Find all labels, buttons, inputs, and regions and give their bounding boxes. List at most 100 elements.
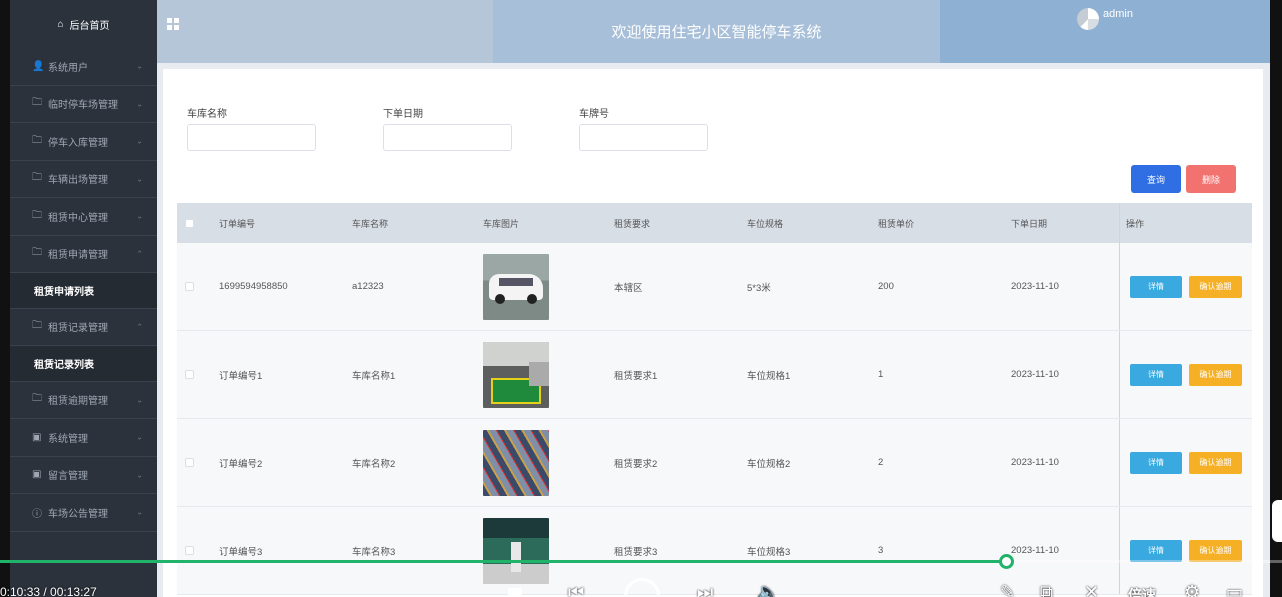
user-area[interactable]: admin bbox=[940, 0, 1270, 63]
video-letterbox-left bbox=[0, 0, 10, 597]
header-spec: 车位规格 bbox=[747, 218, 784, 229]
cell-price: 3 bbox=[878, 545, 884, 556]
chevron-up-icon: ⌃ bbox=[136, 249, 143, 259]
sidebar-item[interactable]: ▣ 系统管理 ⌄ bbox=[10, 419, 157, 457]
chevron-down-icon: ⌄ bbox=[136, 432, 143, 442]
settings-icon[interactable]: ⚙ bbox=[1184, 582, 1200, 597]
folder-icon: 🗀 bbox=[32, 134, 42, 146]
image-icon: ▣ bbox=[32, 431, 42, 443]
sidebar-menu: 👤 系统用户 ⌄ 🗀 临时停车场管理 ⌄ 🗀 停车入库管理 ⌄ 🗀 车辆出场管理 ⌄ 🗀 租赁中心管理 ⌄ 🗀… bbox=[10, 48, 157, 532]
detail-button[interactable]: 详情 bbox=[1130, 451, 1182, 474]
sidebar-item-label: 车辆出场管理 bbox=[48, 175, 108, 187]
folder-icon: 🗀 bbox=[32, 393, 42, 405]
cell-requirement: 租赁要求2 bbox=[614, 458, 658, 470]
chevron-down-icon: ⌄ bbox=[136, 507, 143, 517]
sidebar-item[interactable]: 🗀 租赁逾期管理 ⌄ bbox=[10, 382, 157, 419]
orders-table: 订单编号 车库名称 车库图片 租赁要求 车位规格 租赁单价 下单日期 操作 16… bbox=[177, 203, 1252, 595]
system-title: 欢迎使用住宅小区智能停车系统 bbox=[493, 0, 940, 63]
sidebar-item[interactable]: 👤 系统用户 ⌄ bbox=[10, 48, 157, 86]
garage-name-input[interactable] bbox=[187, 124, 316, 151]
side-tab-handle[interactable] bbox=[1272, 500, 1282, 542]
detail-button[interactable]: 详情 bbox=[1130, 275, 1182, 298]
chevron-down-icon: ⌄ bbox=[136, 470, 143, 480]
confirm-overdue-button[interactable]: 确认逾期 bbox=[1189, 363, 1242, 386]
cell-garage: 车库名称2 bbox=[352, 458, 396, 470]
sidebar-item[interactable]: 🗀 停车入库管理 ⌄ bbox=[10, 123, 157, 161]
confirm-overdue-button[interactable]: 确认逾期 bbox=[1189, 539, 1242, 562]
sidebar-item-label: 留言管理 bbox=[48, 471, 88, 483]
cell-date: 2023-11-10 bbox=[1011, 545, 1059, 556]
previous-icon[interactable]: ⏮ bbox=[568, 582, 584, 597]
volume-slider-knob[interactable] bbox=[508, 588, 522, 597]
row-checkbox[interactable] bbox=[185, 370, 194, 379]
home-icon: ⌂ bbox=[57, 18, 64, 30]
cell-garage: 车库名称1 bbox=[352, 370, 396, 382]
row-checkbox[interactable] bbox=[185, 458, 194, 467]
crop-icon[interactable]: ⧉ bbox=[1040, 582, 1053, 597]
column-divider bbox=[1119, 203, 1120, 243]
order-date-input[interactable] bbox=[383, 124, 512, 151]
select-all-checkbox[interactable] bbox=[185, 218, 194, 228]
chevron-down-icon: ⌄ bbox=[136, 395, 143, 405]
playback-speed-button[interactable]: 倍速 bbox=[1128, 585, 1156, 597]
info-icon: ⓘ bbox=[32, 508, 42, 520]
cell-date: 2023-11-10 bbox=[1011, 369, 1059, 380]
cell-date: 2023-11-10 bbox=[1011, 281, 1059, 292]
sidebar-home-label: 后台首页 bbox=[69, 20, 110, 32]
sidebar-subitem[interactable]: 租赁申请列表 bbox=[10, 273, 157, 309]
cell-spec: 车位规格3 bbox=[747, 546, 791, 558]
query-button[interactable]: 查询 bbox=[1131, 165, 1181, 193]
confirm-overdue-button[interactable]: 确认逾期 bbox=[1189, 275, 1242, 298]
sidebar-item[interactable]: 🗀 租赁中心管理 ⌄ bbox=[10, 198, 157, 236]
header-order-no: 订单编号 bbox=[219, 218, 256, 229]
confirm-overdue-button[interactable]: 确认逾期 bbox=[1189, 451, 1242, 474]
folder-icon: 🗀 bbox=[32, 247, 42, 259]
cell-price: 200 bbox=[878, 281, 894, 292]
next-icon[interactable]: ⏭ bbox=[697, 582, 713, 597]
order-date-label: 下单日期 bbox=[383, 109, 423, 120]
main-content: 车库名称 下单日期 车牌号 查询 删除 订单编号 车库名称 车库图片 租赁要求 … bbox=[157, 63, 1270, 597]
chevron-down-icon: ⌄ bbox=[136, 61, 143, 71]
sidebar-item[interactable]: ⓘ 车场公告管理 ⌄ bbox=[10, 494, 157, 532]
cell-spec: 车位规格1 bbox=[747, 370, 791, 382]
row-checkbox[interactable] bbox=[185, 282, 194, 291]
video-progress-bar[interactable] bbox=[0, 554, 1282, 569]
folder-icon: 🗀 bbox=[32, 172, 42, 184]
garage-name-label: 车库名称 bbox=[187, 109, 227, 120]
garage-image bbox=[483, 253, 549, 320]
cell-order-no: 订单编号2 bbox=[219, 458, 263, 470]
cell-order-no: 订单编号3 bbox=[219, 546, 263, 558]
cell-price: 2 bbox=[878, 457, 884, 468]
close-icon[interactable]: ✕ bbox=[1084, 582, 1099, 597]
user-icon: 👤 bbox=[32, 60, 45, 72]
detail-button[interactable]: 详情 bbox=[1130, 539, 1182, 562]
volume-icon[interactable]: 🔈 bbox=[757, 582, 779, 597]
sidebar-item-label: 租赁中心管理 bbox=[48, 212, 108, 224]
header-image: 车库图片 bbox=[483, 218, 520, 229]
cell-requirement: 本辖区 bbox=[614, 282, 643, 294]
plate-input[interactable] bbox=[579, 124, 708, 151]
sidebar-item[interactable]: 🗀 车辆出场管理 ⌄ bbox=[10, 161, 157, 198]
delete-button[interactable]: 删除 bbox=[1186, 165, 1236, 193]
avatar-icon bbox=[1077, 8, 1100, 30]
chevron-down-icon: ⌄ bbox=[136, 211, 143, 221]
cell-requirement: 租赁要求3 bbox=[614, 546, 658, 558]
sidebar-subitem[interactable]: 租赁记录列表 bbox=[10, 346, 157, 382]
fullscreen-icon[interactable]: ▭ bbox=[1226, 582, 1243, 597]
sidebar-item[interactable]: 🗀 租赁记录管理 ⌃ bbox=[10, 309, 157, 346]
chevron-down-icon: ⌄ bbox=[136, 174, 143, 184]
sidebar-item[interactable]: 🗀 临时停车场管理 ⌄ bbox=[10, 86, 157, 123]
detail-button[interactable]: 详情 bbox=[1130, 363, 1182, 386]
row-checkbox[interactable] bbox=[185, 546, 194, 555]
chevron-down-icon: ⌄ bbox=[136, 99, 143, 109]
table-header: 订单编号 车库名称 车库图片 租赁要求 车位规格 租赁单价 下单日期 操作 bbox=[177, 203, 1252, 243]
menu-grid-icon[interactable] bbox=[167, 18, 179, 30]
garage-image bbox=[483, 517, 549, 584]
sidebar-home[interactable]: ⌂ 后台首页 bbox=[10, 0, 157, 48]
folder-icon: 🗀 bbox=[32, 97, 42, 109]
sidebar-item[interactable]: 🗀 租赁申请管理 ⌃ bbox=[10, 236, 157, 273]
sidebar-item[interactable]: ▣ 留言管理 ⌄ bbox=[10, 457, 157, 494]
sidebar-item-label: 租赁申请管理 bbox=[48, 250, 108, 262]
pen-icon[interactable]: ✎ bbox=[1000, 582, 1015, 597]
header-garage: 车库名称 bbox=[352, 218, 389, 229]
